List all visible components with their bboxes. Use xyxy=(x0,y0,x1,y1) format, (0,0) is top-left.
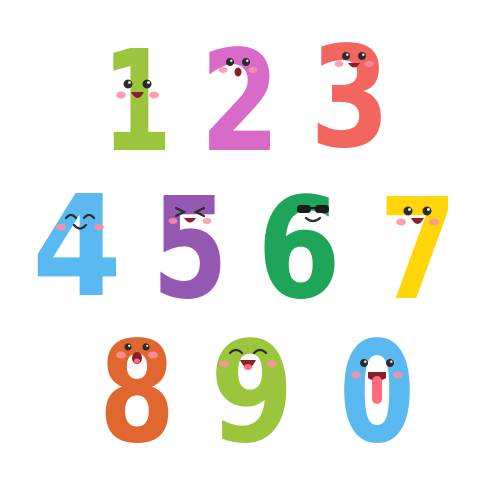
digit-1-glyph: 1 xyxy=(102,21,172,184)
digit-5-character: 5 xyxy=(152,168,228,331)
digit-8-glyph: 8 xyxy=(99,312,175,475)
digit-0-character: 0 xyxy=(339,312,415,475)
digit-5-glyph: 5 xyxy=(152,168,228,331)
digit-7-glyph: 7 xyxy=(379,169,457,332)
digit-4-character: 4 xyxy=(32,166,122,329)
digit-6-glyph: 6 xyxy=(257,168,341,331)
digit-4-glyph: 4 xyxy=(32,166,122,329)
digit-3-character: 3 xyxy=(310,17,390,180)
digit-9-character: 9 xyxy=(210,312,294,475)
digit-9-glyph: 9 xyxy=(210,312,294,475)
digit-8-character: 8 xyxy=(99,312,175,475)
digit-7-character: 7 xyxy=(379,169,457,332)
digit-2-glyph: 2 xyxy=(200,21,280,184)
digit-3-glyph: 3 xyxy=(310,17,390,180)
digit-1-character: 1 xyxy=(102,21,172,184)
digit-6-character: 6 xyxy=(257,168,341,331)
digit-2-character: 2 xyxy=(200,21,280,184)
number-characters-illustration: 1 2 3 4 5 6 7 8 9 xyxy=(32,17,457,475)
